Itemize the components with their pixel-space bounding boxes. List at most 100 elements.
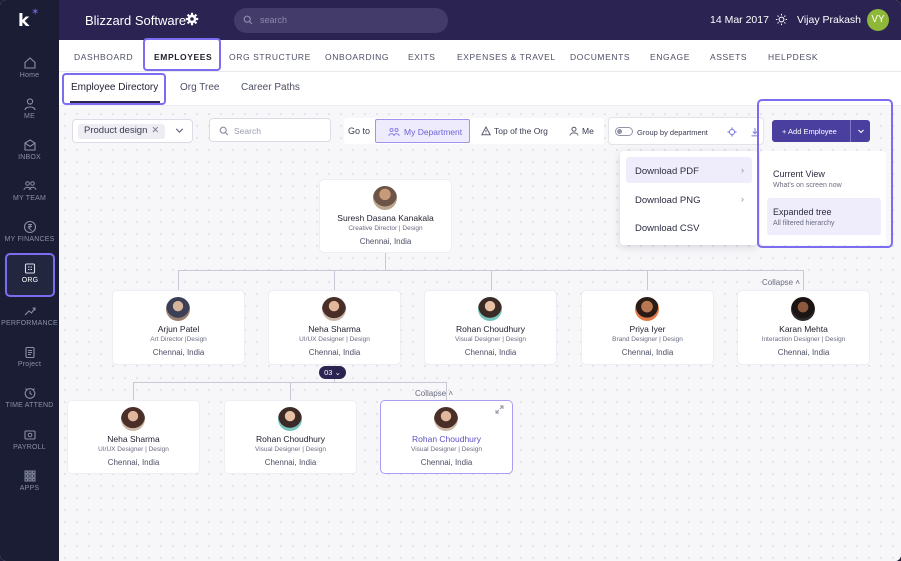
user-name[interactable]: Vijay Prakash bbox=[797, 14, 861, 26]
sidebar-item-project[interactable]: Project bbox=[0, 345, 59, 385]
user-avatar[interactable]: VY bbox=[867, 9, 889, 31]
avatar bbox=[121, 407, 145, 431]
sun-icon[interactable] bbox=[775, 13, 788, 26]
top-bar: Blizzard Software search 14 Mar 2017 Vij… bbox=[59, 0, 901, 40]
employee-name: Rohan Choudhury bbox=[256, 434, 325, 444]
org-card[interactable]: Rohan Choudhury Visual Designer | Design… bbox=[425, 291, 556, 364]
home-icon bbox=[23, 57, 36, 69]
org-card[interactable]: Arjun Patel Art Director |Design Chennai… bbox=[113, 291, 244, 364]
employee-directory-highlight bbox=[62, 73, 166, 105]
grid-icon bbox=[24, 470, 36, 482]
download-csv-item[interactable]: Download CSV bbox=[626, 214, 752, 240]
avatar bbox=[434, 407, 458, 431]
download-pdf-label: Download PDF bbox=[635, 166, 699, 177]
sidebar-item-time-attend[interactable]: TIME ATTEND bbox=[0, 386, 59, 426]
employees-tab-highlight bbox=[143, 38, 221, 71]
sidebar-item-label: TIME ATTEND bbox=[5, 402, 54, 409]
group-by-label: Group by department bbox=[637, 128, 708, 137]
sidebar-item-org[interactable]: ORG bbox=[5, 253, 55, 297]
org-card[interactable]: Priya Iyer Brand Designer | Design Chenn… bbox=[582, 291, 713, 364]
sidebar-item-inbox[interactable]: INBOX bbox=[0, 138, 59, 178]
clipboard-icon bbox=[24, 346, 35, 359]
employee-location: Chennai, India bbox=[264, 458, 317, 467]
goto-my-department[interactable]: My Department bbox=[375, 119, 470, 143]
sidebar-item-home[interactable]: Home bbox=[0, 56, 59, 96]
sidebar-item-apps[interactable]: APPS bbox=[0, 469, 59, 509]
download-pdf-item[interactable]: Download PDF › bbox=[626, 157, 752, 183]
sidebar-item-label: Project bbox=[17, 361, 42, 368]
close-icon[interactable]: ✕ bbox=[151, 125, 159, 136]
trend-icon bbox=[24, 307, 36, 316]
org-card[interactable]: Neha Sharma UI/UX Designer | Design Chen… bbox=[269, 291, 400, 364]
goto-me-label: Me bbox=[582, 126, 594, 136]
collapse-toggle[interactable]: Collapse ˄ bbox=[415, 389, 453, 398]
employee-role: Creative Director | Design bbox=[348, 225, 423, 232]
employee-name: Suresh Dasana Kanakala bbox=[337, 213, 434, 223]
download-menu: Download PDF › Download PNG › Download C… bbox=[620, 151, 758, 245]
sidebar-item-label: INBOX bbox=[18, 154, 41, 161]
sidebar-item-label: MY FINANCES bbox=[4, 236, 55, 243]
app-logo[interactable]: k ✶ bbox=[18, 7, 42, 33]
tab-dashboard[interactable]: DASHBOARD bbox=[74, 52, 133, 62]
employee-role: Visual Designer | Design bbox=[411, 446, 482, 453]
collapse-toggle[interactable]: Collapse ˄ bbox=[762, 278, 800, 287]
org-card[interactable]: Karan Mehta Interaction Designer | Desig… bbox=[738, 291, 869, 364]
tab-engage[interactable]: ENGAGE bbox=[650, 52, 690, 62]
employee-name: Rohan Choudhury bbox=[456, 324, 525, 334]
search-icon bbox=[219, 126, 229, 136]
tab-onboarding[interactable]: ONBOARDING bbox=[325, 52, 389, 62]
employee-name: Rohan Choudhury bbox=[412, 434, 481, 444]
sidebar-item-label: ME bbox=[24, 113, 35, 120]
gear-icon[interactable] bbox=[185, 12, 199, 26]
expand-icon[interactable] bbox=[495, 405, 504, 414]
org-card[interactable]: Neha Sharma UI/UX Designer | Design Chen… bbox=[68, 401, 199, 473]
sidebar: k ✶ Home ME INBOX MY TEAM MY FINANCES ORG… bbox=[0, 0, 59, 561]
building-icon bbox=[24, 263, 36, 274]
sidebar-item-payroll[interactable]: PAYROLL bbox=[0, 428, 59, 468]
employee-location: Chennai, India bbox=[777, 348, 830, 357]
tree-connector bbox=[334, 270, 335, 291]
department-filter[interactable]: Product design ✕ bbox=[72, 119, 193, 143]
tab-helpdesk[interactable]: HELPDESK bbox=[768, 52, 818, 62]
group-by-toggle[interactable] bbox=[615, 127, 633, 136]
sidebar-item-me[interactable]: ME bbox=[0, 97, 59, 137]
download-png-item[interactable]: Download PNG › bbox=[626, 186, 752, 212]
avatar bbox=[322, 297, 346, 321]
goto-top-of-org-label: Top of the Org bbox=[494, 126, 548, 136]
chevron-down-icon: ⌄ bbox=[334, 368, 341, 377]
reports-count: 03 bbox=[324, 368, 333, 377]
employee-role: UI/UX Designer | Design bbox=[299, 336, 370, 343]
employee-role: Art Director |Design bbox=[150, 336, 207, 343]
org-card[interactable]: Rohan Choudhury Visual Designer | Design… bbox=[225, 401, 356, 473]
goto-top-of-org[interactable]: Top of the Org bbox=[476, 119, 556, 143]
sidebar-item-performance[interactable]: PERFORMANCE bbox=[0, 304, 59, 344]
tab-exits[interactable]: EXITS bbox=[408, 52, 436, 62]
tab-assets[interactable]: ASSETS bbox=[710, 52, 747, 62]
team-icon bbox=[23, 181, 36, 191]
org-card-highlighted[interactable]: Rohan Choudhury Visual Designer | Design… bbox=[381, 401, 512, 473]
subtab-career-paths[interactable]: Career Paths bbox=[241, 82, 300, 93]
avatar bbox=[373, 186, 397, 210]
reports-count-badge[interactable]: 03 ⌄ bbox=[319, 366, 346, 379]
settings-icon[interactable] bbox=[727, 127, 737, 137]
tab-org-structure[interactable]: ORG STRUCTURE bbox=[229, 52, 311, 62]
org-card-root[interactable]: Suresh Dasana Kanakala Creative Director… bbox=[320, 180, 451, 252]
user-icon bbox=[569, 126, 579, 136]
filter-chip[interactable]: Product design ✕ bbox=[78, 124, 166, 139]
employee-search-input[interactable]: Search bbox=[209, 118, 331, 142]
global-search-input[interactable]: search bbox=[234, 8, 448, 33]
employee-name: Karan Mehta bbox=[779, 324, 828, 334]
tab-documents[interactable]: DOCUMENTS bbox=[570, 52, 630, 62]
search-icon bbox=[243, 15, 253, 25]
tab-expenses-travel[interactable]: EXPENSES & TRAVEL bbox=[457, 52, 556, 62]
sidebar-item-my-team[interactable]: MY TEAM bbox=[0, 179, 59, 219]
employee-search-placeholder: Search bbox=[234, 126, 261, 136]
sidebar-item-label: APPS bbox=[19, 485, 40, 492]
subtab-org-tree[interactable]: Org Tree bbox=[180, 82, 219, 93]
app-window: k ✶ Home ME INBOX MY TEAM MY FINANCES ORG… bbox=[0, 0, 901, 561]
goto-me[interactable]: Me bbox=[566, 119, 602, 143]
chevron-down-icon[interactable] bbox=[174, 125, 185, 136]
sidebar-item-label: ORG bbox=[21, 277, 39, 284]
goto-control: Go to My Department Top of the Org Me bbox=[344, 118, 604, 144]
sidebar-item-label: PERFORMANCE bbox=[1, 320, 58, 327]
